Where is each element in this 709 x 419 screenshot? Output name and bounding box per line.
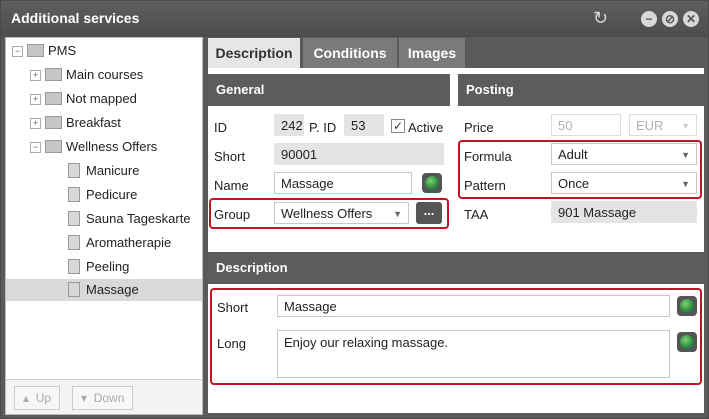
price-input[interactable]: 50 — [551, 114, 621, 136]
desc-short-label: Short — [217, 300, 249, 315]
formula-select[interactable]: Adult ▼ — [551, 143, 697, 165]
folder-icon — [45, 116, 62, 130]
tree-item-pedicure[interactable]: Pedicure — [68, 184, 137, 206]
taa-label: TAA — [464, 207, 489, 222]
folder-icon — [27, 44, 44, 58]
group-select[interactable]: Wellness Offers ▼ — [274, 202, 409, 224]
tree-item-label: Not mapped — [66, 91, 137, 106]
folder-icon — [45, 68, 62, 82]
up-button[interactable]: ▴ Up — [14, 386, 61, 410]
tab-conditions[interactable]: Conditions — [303, 38, 397, 68]
window: Additional services ↻ − ⊘ ✕ − PMS + Main c… — [0, 0, 709, 419]
down-button[interactable]: ▾ Down — [72, 386, 134, 410]
tree-item-peeling[interactable]: Peeling — [68, 256, 129, 278]
tree-item-main-courses[interactable]: + Main courses — [30, 64, 143, 86]
expand-icon[interactable]: + — [30, 94, 41, 106]
formula-label: Formula — [464, 149, 512, 164]
down-button-label: Down — [93, 391, 125, 405]
tree-item-label: Breakfast — [66, 115, 121, 130]
formula-value: Adult — [558, 147, 588, 162]
window-title: Additional services — [11, 10, 140, 26]
pattern-value: Once — [558, 176, 590, 191]
group-select-value: Wellness Offers — [281, 206, 373, 221]
price-label: Price — [464, 120, 494, 135]
chevron-down-icon: ▼ — [681, 179, 690, 189]
name-input[interactable]: Massage — [274, 172, 412, 194]
pid-field: 53 — [344, 114, 384, 136]
document-icon — [68, 187, 80, 203]
expand-icon[interactable]: + — [30, 118, 41, 130]
tree-item-label: Aromatherapie — [86, 235, 172, 250]
document-icon — [68, 259, 80, 275]
folder-icon — [45, 92, 62, 106]
tab-description[interactable]: Description — [208, 38, 300, 68]
active-checkbox[interactable]: ✓ — [391, 119, 405, 133]
tree-item-aromatherapie[interactable]: Aromatherapie — [68, 232, 171, 254]
document-icon — [68, 163, 80, 179]
tab-images[interactable]: Images — [399, 38, 465, 68]
globe-icon[interactable] — [677, 332, 697, 352]
general-header: General — [208, 74, 450, 106]
tree-item-label: Sauna Tageskarte — [86, 211, 191, 226]
tree-item-sauna[interactable]: Sauna Tageskarte — [68, 208, 191, 230]
tree-item-label: PMS — [48, 43, 77, 58]
document-icon — [68, 282, 80, 298]
description-tab-content: General ID 242 P. ID 53 ✓ Active Short 9… — [208, 68, 704, 413]
pattern-label: Pattern — [464, 178, 506, 193]
up-arrow-icon: ▴ — [23, 391, 30, 405]
desc-short-input[interactable]: Massage — [277, 295, 670, 317]
folder-icon — [45, 140, 62, 154]
tree-item-label: Peeling — [86, 259, 130, 274]
document-icon — [68, 235, 80, 251]
tree-item-breakfast[interactable]: + Breakfast — [30, 112, 121, 134]
id-label: ID — [214, 120, 227, 135]
short-code-field: 90001 — [274, 143, 444, 165]
tree-item-wellness-offers[interactable]: − Wellness Offers — [30, 136, 157, 158]
pid-label: P. ID — [309, 120, 337, 135]
chevron-down-icon: ▼ — [681, 121, 690, 131]
globe-icon[interactable] — [677, 296, 697, 316]
id-field: 242 — [274, 114, 304, 136]
tree-item-manicure[interactable]: Manicure — [68, 160, 139, 182]
group-browse-button[interactable]: ... — [416, 202, 442, 224]
refresh-icon[interactable]: ↻ — [593, 9, 608, 27]
desc-long-label: Long — [217, 336, 246, 351]
collapse-icon[interactable]: − — [30, 142, 41, 154]
down-arrow-icon: ▾ — [81, 391, 88, 405]
pattern-select[interactable]: Once ▼ — [551, 172, 697, 194]
collapse-icon[interactable]: − — [12, 46, 23, 58]
currency-value: EUR — [636, 118, 664, 133]
name-label: Name — [214, 178, 249, 193]
minimize-icon[interactable]: − — [641, 11, 657, 27]
up-button-label: Up — [35, 391, 52, 405]
chevron-down-icon: ▼ — [681, 150, 690, 160]
tree-item-label: Massage — [86, 282, 139, 297]
tree-item-label: Manicure — [86, 163, 140, 178]
tree-item-label: Main courses — [66, 67, 144, 82]
currency-select[interactable]: EUR ▼ — [629, 114, 697, 136]
tree-item-massage[interactable]: Massage — [6, 279, 202, 301]
desc-long-textarea[interactable]: Enjoy our relaxing massage. — [277, 330, 670, 378]
description-header: Description — [208, 252, 704, 284]
chevron-down-icon: ▼ — [393, 209, 402, 219]
document-icon — [68, 211, 80, 227]
tree-item-not-mapped[interactable]: + Not mapped — [30, 88, 137, 110]
posting-header: Posting — [458, 74, 704, 106]
detail-panel: Description Conditions Images General ID… — [206, 37, 706, 415]
close-icon[interactable]: ✕ — [683, 11, 699, 27]
tree-item-label: Pedicure — [86, 187, 138, 202]
maximize-icon[interactable]: ⊘ — [662, 11, 678, 27]
active-label: Active — [408, 120, 444, 135]
taa-field: 901 Massage — [551, 201, 697, 223]
globe-icon[interactable] — [422, 173, 442, 193]
tree-item-label: Wellness Offers — [66, 139, 158, 154]
expand-icon[interactable]: + — [30, 70, 41, 82]
tree-panel: − PMS + Main courses + Not mapped + Breakfas… — [5, 37, 203, 415]
title-bar: Additional services ↻ − ⊘ ✕ — [1, 1, 708, 37]
group-label: Group — [214, 207, 251, 222]
tree-item-pms[interactable]: − PMS — [12, 40, 76, 62]
tree-toolbar: ▴ Up ▾ Down — [6, 379, 202, 414]
short-code-label: Short — [214, 149, 246, 164]
